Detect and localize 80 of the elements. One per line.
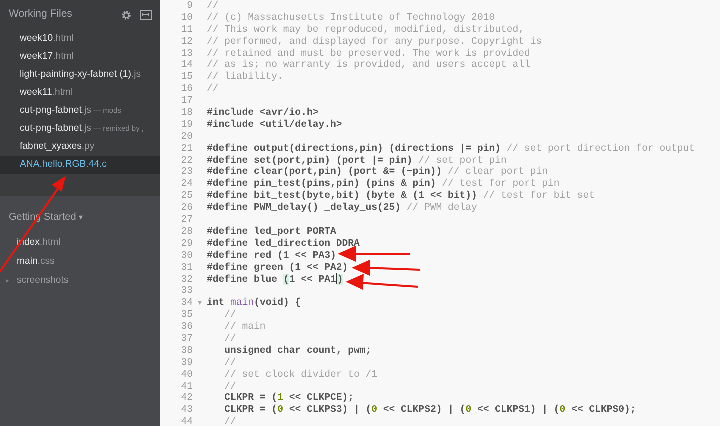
code-line: #include <util/delay.h> bbox=[207, 118, 342, 130]
file-item[interactable]: week10.html bbox=[0, 30, 160, 48]
line-number: 23 bbox=[180, 166, 193, 178]
split-view-icon[interactable] bbox=[140, 10, 152, 20]
code-line: #include <avr/io.h> bbox=[207, 107, 319, 118]
code-line: // bbox=[224, 416, 236, 426]
file-item[interactable]: main.css bbox=[0, 252, 160, 271]
code-line: // This work may be reproduced, modified, distributed, bbox=[207, 24, 524, 35]
line-number: 28 bbox=[180, 226, 193, 238]
line-number: 20 bbox=[180, 130, 193, 143]
line-number: 17 bbox=[180, 95, 193, 108]
code-line: // main bbox=[224, 321, 266, 332]
section-title: Working Files bbox=[9, 7, 72, 22]
code-line: CLKPR = (0 << CLKPS3) | (0 << CLKPS2) | (0 << CLKPS1) | (0 << CLKPS0); bbox=[224, 404, 636, 416]
code-line: unsigned char count, pwm; bbox=[224, 344, 372, 356]
code-line: CLKPR = (1 << CLKPCE); bbox=[224, 392, 354, 404]
code-line: // retained and must be preserved. The work is provided bbox=[207, 48, 530, 59]
line-number: 14 bbox=[180, 59, 193, 72]
line-number: 26 bbox=[180, 202, 193, 214]
line-number: 34 bbox=[180, 297, 193, 310]
file-item[interactable]: ANA.hello.RGB.44.c bbox=[0, 156, 160, 174]
line-number: 35 bbox=[180, 309, 193, 322]
code-line: int main(void) { bbox=[207, 297, 302, 308]
line-number: 40 bbox=[180, 368, 193, 381]
line-number: 19 bbox=[180, 118, 193, 131]
line-number: 24 bbox=[180, 178, 193, 190]
code-line: #define clear(port,pin) (port &= (~pin)) // clear port pin bbox=[207, 166, 548, 178]
code-line: #define red (1 << PA3) bbox=[207, 250, 336, 261]
line-number: 13 bbox=[180, 48, 193, 60]
code-line: // bbox=[224, 332, 236, 344]
line-number: 10 bbox=[180, 12, 193, 24]
annotation-arrow bbox=[338, 246, 410, 262]
line-number: 38 bbox=[180, 344, 193, 357]
code-line: // bbox=[224, 309, 236, 320]
line-number: 15 bbox=[180, 71, 193, 84]
line-number: 22 bbox=[180, 154, 193, 166]
line-number: 43 bbox=[180, 404, 193, 416]
code-line: // bbox=[224, 356, 236, 368]
code-line: #define led_direction DDRA bbox=[207, 238, 360, 249]
line-number: 41 bbox=[180, 380, 193, 392]
code-line: #define output(directions,pin) (directions |= pin) // set port direction for output bbox=[207, 142, 695, 154]
code-line: #define set(port,pin) (port |= pin) // set port pin bbox=[207, 154, 507, 166]
line-number: 25 bbox=[180, 190, 193, 202]
line-number: 12 bbox=[180, 36, 193, 48]
line-number: 16 bbox=[180, 83, 193, 96]
annotation-arrow bbox=[352, 260, 420, 276]
line-number: 37 bbox=[180, 332, 193, 345]
code-line: #define green (1 << PA2) bbox=[207, 262, 348, 273]
line-number: 30 bbox=[180, 250, 193, 262]
code-line: // bbox=[224, 380, 236, 392]
code-line: // (c) Massachusetts Institute of Technology 2010 bbox=[207, 12, 496, 23]
code-line: // as is; no warranty is provided, and users accept all bbox=[207, 59, 530, 70]
line-number: 36 bbox=[180, 321, 193, 333]
line-number: 33 bbox=[180, 285, 193, 298]
code-line: // set clock divider to /1 bbox=[224, 368, 378, 380]
file-item[interactable]: fabnet_xyaxes.py bbox=[0, 138, 160, 156]
code-line: #define led_port PORTA bbox=[207, 226, 336, 237]
line-number: 44 bbox=[180, 416, 193, 426]
code-line: #define bit_test(byte,bit) (byte & (1 << bit)) // test for bit set bbox=[207, 190, 596, 202]
code-line: // performed, and displayed for any purpose. Copyright is bbox=[207, 36, 542, 47]
file-item[interactable]: week17.html bbox=[0, 48, 160, 66]
line-number: 31 bbox=[180, 262, 193, 274]
line-number: 18 bbox=[180, 107, 193, 119]
line-number: 39 bbox=[180, 356, 193, 369]
line-number: 27 bbox=[180, 214, 193, 226]
settings-icon[interactable] bbox=[121, 10, 132, 20]
code-line: #define pin_test(pins,pin) (pins & pin) // test for port pin bbox=[207, 178, 560, 190]
code-line: // bbox=[207, 0, 219, 11]
code-line: // bbox=[207, 83, 219, 94]
line-number: 42 bbox=[180, 392, 193, 404]
line-number: 9 bbox=[186, 0, 193, 12]
line-number: 21 bbox=[180, 142, 193, 155]
line-number: 32 bbox=[180, 274, 193, 286]
code-line: #define blue (1 << PA1) bbox=[207, 274, 344, 285]
code-line: #define PWM_delay() _delay_us(25) // PWM delay bbox=[207, 202, 478, 214]
file-item[interactable]: week11.html bbox=[0, 84, 160, 102]
line-number: 11 bbox=[180, 24, 193, 36]
line-number: 29 bbox=[180, 238, 193, 250]
file-item[interactable]: light-painting-xy-fabnet (1).js bbox=[0, 66, 160, 84]
code-line: // liability. bbox=[207, 71, 284, 82]
